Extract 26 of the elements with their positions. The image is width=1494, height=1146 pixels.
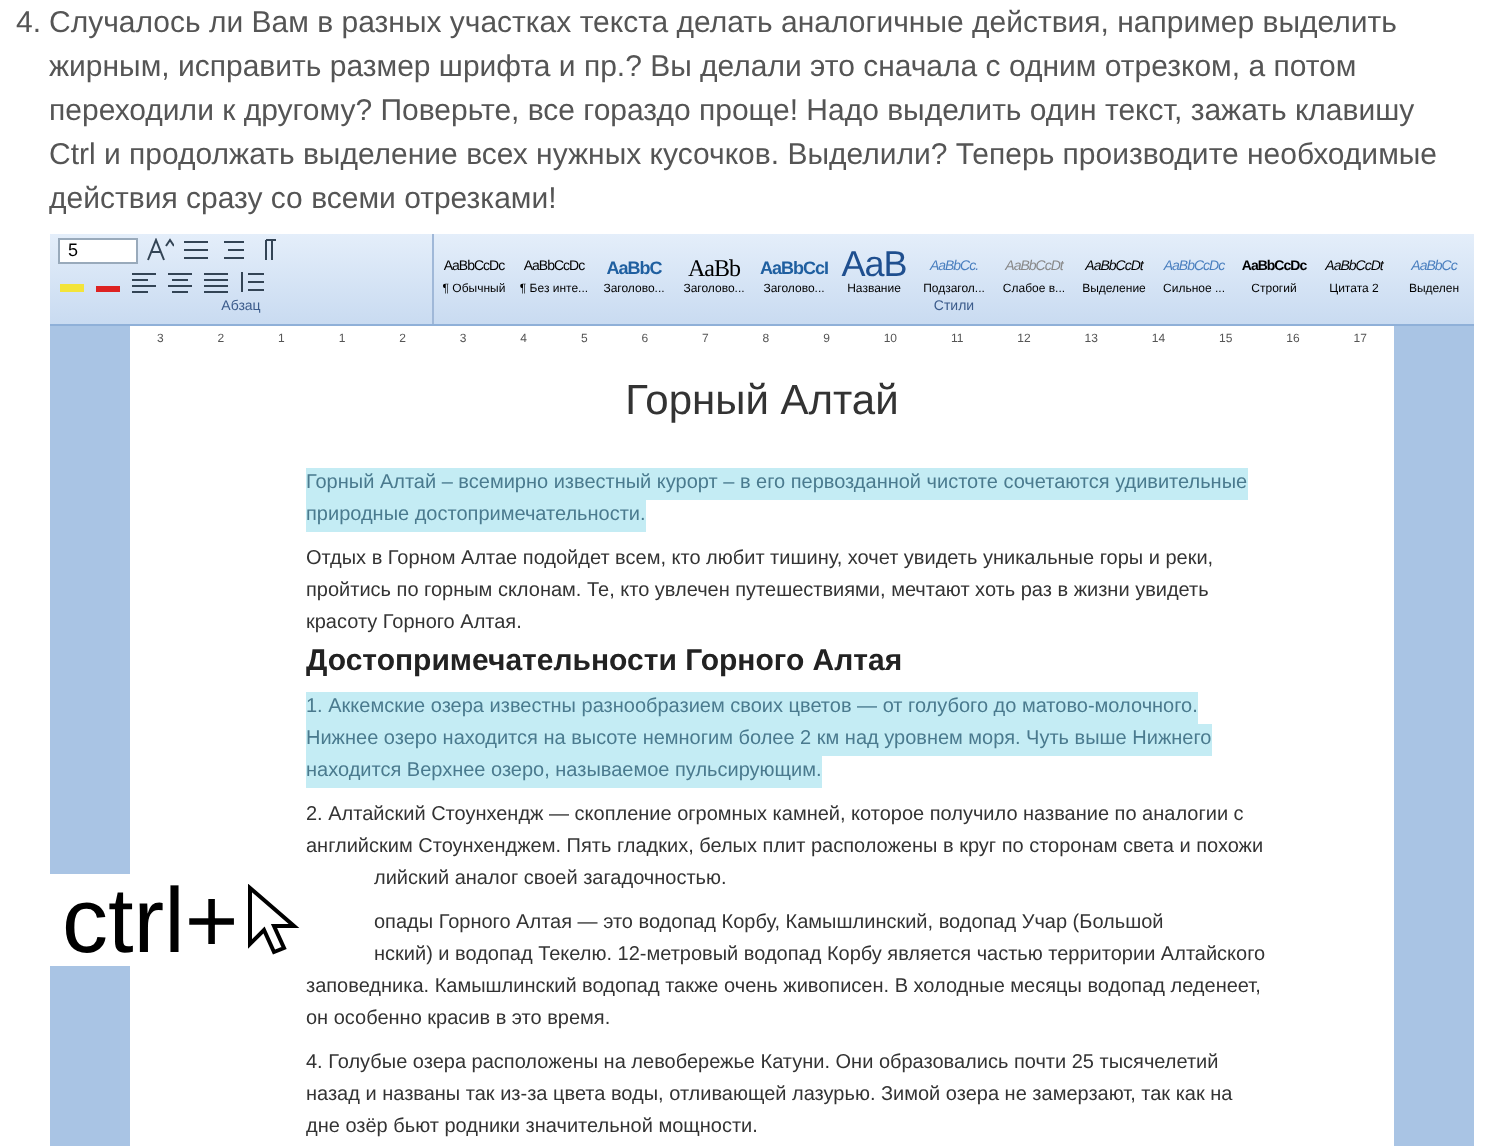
grow-font-icon[interactable] (146, 238, 174, 262)
text-line: английским Стоунхенджем. Пять гладких, белых плит расположены в круг по сторонам света и похожи (306, 834, 1264, 862)
line-spacing-icon[interactable] (238, 270, 266, 294)
align-left-icon[interactable] (130, 270, 158, 294)
align-center-icon[interactable] (166, 270, 194, 294)
text-line: опады Горного Алтая — это водопад Корбу, Камышлинский, водопад Учар (Большой (372, 910, 1164, 938)
shortcut-label: ctrl+ (62, 876, 239, 964)
text-line: нский) и водопад Текелю. 12-метровый водопад Корбу является частью территории Алтайского (372, 942, 1266, 970)
justify-icon[interactable] (202, 270, 230, 294)
text-line: 4. Голубые озера расположены на левобережье Катуни. Они образовались почти 25 тысячелетий (306, 1050, 1219, 1078)
list-icon[interactable] (182, 238, 210, 262)
text-line: лийский аналог своей загадочностью. (372, 866, 727, 894)
section-heading: Достопримечательности Горного Алтая (306, 642, 903, 682)
text-line: дне озёр бьют родники значительной мощности. (306, 1114, 758, 1142)
text-line: 2. Алтайский Стоунхендж — скопление огромных камней, которое получило название по аналогии с (306, 802, 1244, 830)
text-line: красоту Горного Алтая. (306, 610, 522, 638)
text-line: он особенно красив в это время. (306, 1006, 611, 1034)
text-line: заповедника. Камышлинский водопад также очень живописен. В холодные месяцы водопад леденеет, (306, 974, 1261, 1002)
document-title: Горный Алтай (623, 376, 901, 428)
indent-icon[interactable] (218, 238, 246, 262)
text-line: пройтись по горным склонам. Те, кто увлечен путешествиями, мечтают хоть раз в жизни увидеть (306, 578, 1209, 606)
text-line: назад и названы так из-за цвета воды, отливающей лазурью. Зимой озера не замерзают, так как на (306, 1082, 1233, 1110)
font-size-field[interactable]: 5 (58, 237, 138, 263)
list-number: 4. (16, 4, 42, 44)
article-paragraph: Случалось ли Вам в разных участках текста делать аналогичные действия, например выделить жирным, исправить размер шрифта и пр.? Вы делали это сначала с одним отрезком, а потом переходили к другому? Поверьте, все гораздо проще! Надо выделить один текст, зажать клавишу Ctrl и продолжать выделение всех нужных кусочков. Выделили? Теперь производите необходимые действия сразу со всеми отрезками! (49, 4, 1439, 220)
text-line: Отдых в Горном Алтае подойдет всем, кто любит тишину, хочет увидеть уникальные горы и реки, (306, 546, 1214, 574)
